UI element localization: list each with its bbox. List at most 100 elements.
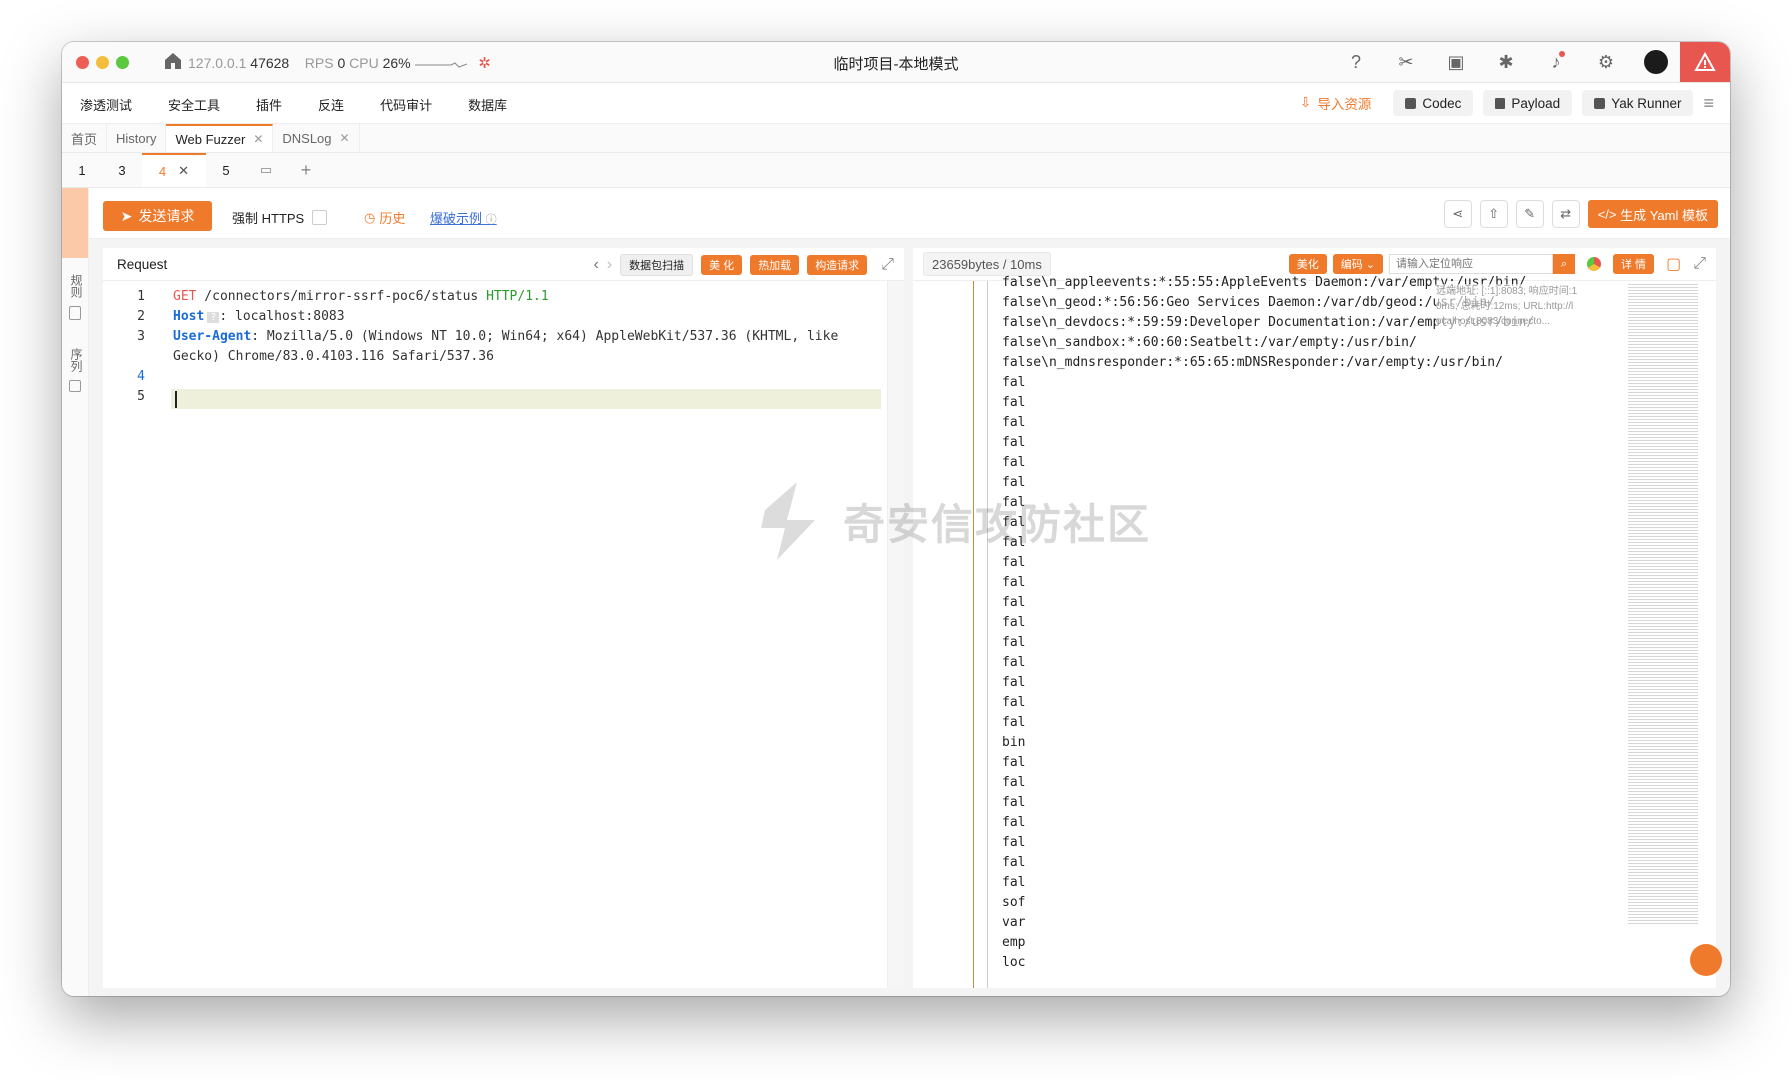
question-icon: ⓘ [485,214,497,226]
force-https-toggle[interactable]: 强制 HTTPS [232,208,328,227]
subtab-3[interactable]: 3 [102,153,142,187]
response-line: bin [1002,735,1026,750]
help-icon[interactable]: ? [1344,50,1368,74]
left-sidebar: 规则 序列 [62,188,89,996]
subtab-1[interactable]: 1 [62,153,102,187]
app-window: 127.0.0.1 47628 RPS 0 CPU 26% ✲ 临时项目-本地模… [62,42,1730,996]
warning-icon[interactable] [1680,42,1730,82]
text-cursor [175,391,177,408]
import-icon: ⇩ [1300,95,1312,110]
menu-code-audit[interactable]: 代码审计 [380,95,432,114]
list-icon[interactable]: ≡ [1703,93,1714,114]
packet-scan-button[interactable]: 数据包扫描 [620,254,694,276]
payload-button[interactable]: Payload [1483,90,1573,116]
response-line: fal [1002,415,1026,430]
gear-icon[interactable]: ⚙ [1594,50,1618,74]
details-button[interactable]: 详 情 [1613,254,1655,274]
terminal-icon[interactable]: ▣ [1444,50,1468,74]
share-icon[interactable]: ⋖ [1443,200,1472,228]
tab-web-fuzzer[interactable]: Web Fuzzer ✕ [166,124,274,152]
response-line: fal [1002,755,1026,770]
edit-icon[interactable]: ✎ [1515,200,1544,228]
add-tab-icon[interactable]: + [286,153,326,187]
subtab-4[interactable]: 4 ✕ [142,153,206,187]
menu-bar: 渗透测试 安全工具 插件 反连 代码审计 数据库 ⇩ 导入资源 Codec Pay… [62,83,1730,124]
sidebar-rules-tab[interactable]: 规则 [68,274,85,298]
chrome-icon[interactable] [1587,257,1601,271]
response-line: fal [1002,795,1026,810]
fuzzer-main: ➤ 发送请求 强制 HTTPS ◷ 历史 爆破示例 ⓘ ⋖ ⇧ ✎ ⇄ </> 生成… [89,188,1730,996]
editor-scrollbar[interactable] [887,281,904,988]
send-request-button[interactable]: ➤ 发送请求 [103,201,212,231]
bell-icon[interactable]: ♪ [1544,50,1568,74]
import-resource-button[interactable]: ⇩ 导入资源 [1288,90,1383,116]
response-line: emp [1002,935,1026,950]
hotload-button[interactable]: 热加载 [750,255,800,275]
tab-home[interactable]: 首页 [62,124,108,152]
bug-icon[interactable]: ✱ [1494,50,1518,74]
code-icon: </> [1597,206,1621,222]
fullscreen-icon[interactable]: ⤢ [881,256,894,274]
watermark-shield-icon [761,482,815,560]
save-icon[interactable]: ▭ [246,153,286,187]
address-tooltip: 远端地址: [::1]:8083; 响应时间:1 0ms; 总耗时:12ms; … [1436,284,1608,329]
response-line: fal [1002,875,1026,890]
response-gutter-2 [987,281,988,988]
beautify-request-button[interactable]: 美 化 [701,255,743,275]
tools-icon[interactable]: ✂ [1394,50,1418,74]
response-line: loc [1002,955,1026,970]
menu-reverse[interactable]: 反连 [318,95,344,114]
sidebar-config-tab[interactable] [62,188,88,258]
response-panel: 23659bytes / 10ms 美化 编码 ⌄ ⌕ 详 情 ▢ ⤢ fals… [913,248,1722,988]
brute-force-example-link[interactable]: 爆破示例 ⓘ [430,208,497,227]
swap-icon[interactable]: ⇄ [1551,200,1580,228]
response-line: fal [1002,775,1026,790]
export-icon[interactable]: ⇧ [1479,200,1508,228]
menu-pentest[interactable]: 渗透测试 [80,95,132,114]
header-marker: ? [207,312,220,323]
action-bar: ➤ 发送请求 强制 HTTPS ◷ 历史 爆破示例 ⓘ ⋖ ⇧ ✎ ⇄ </> 生成… [89,188,1730,239]
response-line: fal [1002,615,1026,630]
menu-security-tools[interactable]: 安全工具 [168,95,220,114]
response-line: fal [1002,815,1026,830]
response-minimap[interactable] [1628,284,1698,924]
response-line: fal [1002,435,1026,450]
clock-icon: ◷ [364,209,376,225]
history-button[interactable]: ◷ 历史 [364,208,405,227]
locate-response-input[interactable] [1389,254,1553,274]
avatar[interactable] [1644,50,1668,74]
response-line: fal [1002,655,1026,670]
subtab-5[interactable]: 5 [206,153,246,187]
codec-button[interactable]: Codec [1393,90,1474,116]
force-https-checkbox[interactable] [312,210,328,225]
response-editor[interactable]: false\n_appleevents:*:55:55:AppleEvents … [1002,273,1534,973]
sequence-icon [69,380,81,392]
tab-dnslog[interactable]: DNSLog ✕ [273,124,360,152]
search-icon[interactable]: ⌕ [1553,254,1575,274]
title-bar: 127.0.0.1 47628 RPS 0 CPU 26% ✲ 临时项目-本地模… [62,42,1730,83]
codec-icon [1405,97,1417,109]
menu-database[interactable]: 数据库 [468,95,507,114]
response-line: fal [1002,375,1026,390]
mascot-icon [1690,944,1722,976]
encode-dropdown[interactable]: 编码 ⌄ [1332,254,1383,274]
close-subtab-icon[interactable]: ✕ [178,163,189,179]
close-tab-icon[interactable]: ✕ [253,132,263,146]
rules-icon [69,306,81,320]
fuzzer-subtabs: 1 3 4 ✕ 5 ▭ + [62,153,1730,188]
build-request-button[interactable]: 构造请求 [807,255,868,275]
beautify-response-button[interactable]: 美化 [1288,254,1327,274]
next-icon[interactable]: › [607,256,612,274]
menu-plugins[interactable]: 插件 [256,95,282,114]
response-line: false\n_sandbox:*:60:60:Seatbelt:/var/em… [1002,335,1417,350]
chevron-down-icon: ⌄ [1365,258,1375,271]
close-tab-icon[interactable]: ✕ [340,131,350,145]
prev-icon[interactable]: ‹ [593,256,598,274]
comment-icon[interactable]: ▢ [1666,254,1681,274]
tab-history[interactable]: History [107,124,167,152]
response-line: var [1002,915,1026,930]
fullscreen-icon[interactable]: ⤢ [1693,255,1706,273]
generate-yaml-button[interactable]: </> 生成 Yaml 模板 [1587,200,1718,228]
sidebar-sequence-tab[interactable]: 序列 [68,348,85,372]
yak-runner-button[interactable]: Yak Runner [1582,90,1694,116]
